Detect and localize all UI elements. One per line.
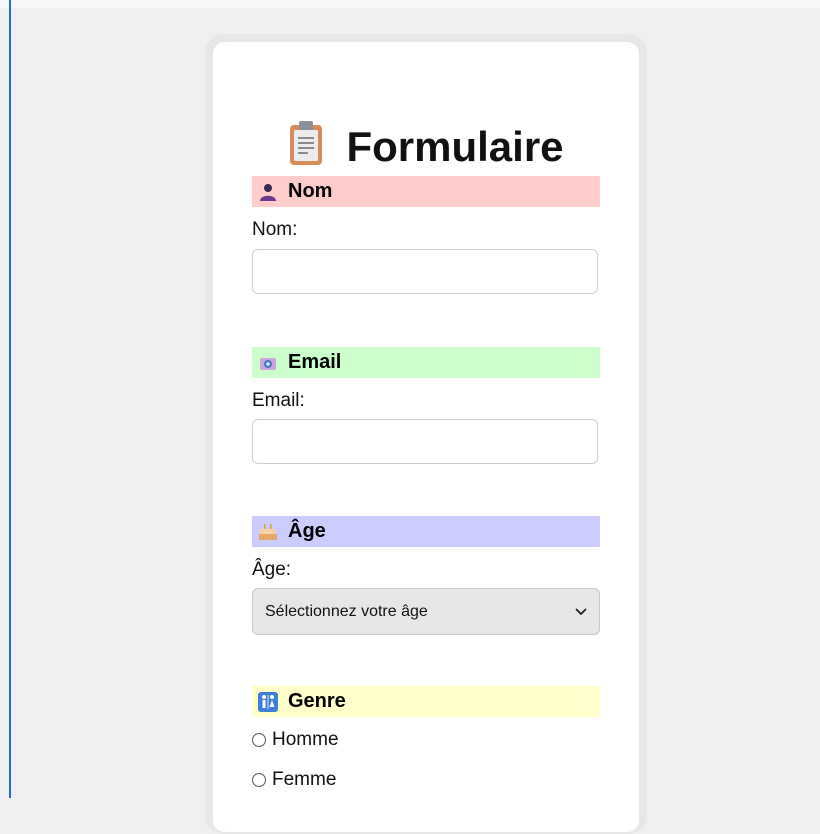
section-title-genre: Genre	[288, 690, 346, 712]
user-silhouette-icon	[258, 182, 278, 202]
radio-button-homme[interactable]	[252, 733, 266, 747]
title-text: Formulaire	[346, 123, 564, 170]
section-title-nom: Nom	[288, 180, 333, 202]
email-icon	[258, 353, 278, 373]
age-select[interactable]: Sélectionnez votre âge	[252, 588, 600, 635]
radio-option-homme[interactable]: Homme	[252, 729, 339, 751]
clipboard-icon	[288, 120, 324, 176]
nom-label: Nom:	[252, 219, 298, 240]
nom-input[interactable]	[252, 249, 598, 294]
top-strip	[0, 0, 820, 8]
age-select-value: Sélectionnez votre âge	[265, 602, 428, 620]
section-header-email: Email	[252, 347, 600, 378]
chevron-down-icon	[575, 608, 587, 616]
page-title: Formulaire	[213, 120, 639, 176]
email-input[interactable]	[252, 419, 598, 464]
restroom-icon	[258, 691, 278, 712]
radio-label-homme: Homme	[272, 729, 339, 750]
form-card: Formulaire Nom Nom: Email Email: Âge Âge…	[213, 42, 639, 832]
section-header-age: Âge	[252, 516, 600, 547]
radio-option-femme[interactable]: Femme	[252, 769, 336, 791]
section-title-age: Âge	[288, 520, 326, 542]
section-header-genre: Genre	[252, 686, 600, 717]
email-label: Email:	[252, 390, 305, 411]
section-header-nom: Nom	[252, 176, 600, 207]
radio-button-femme[interactable]	[252, 773, 266, 787]
age-label: Âge:	[252, 559, 292, 580]
cake-icon	[258, 522, 278, 542]
window-edge-rule	[9, 0, 11, 798]
radio-label-femme: Femme	[272, 769, 337, 790]
section-title-email: Email	[288, 351, 342, 373]
